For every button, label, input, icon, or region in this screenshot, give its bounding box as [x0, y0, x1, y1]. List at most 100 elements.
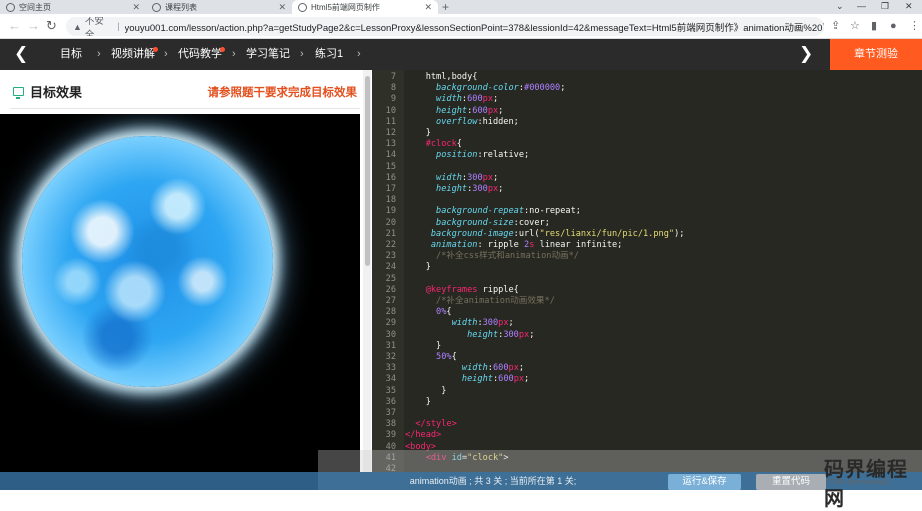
close-icon[interactable]: ✕ [424, 2, 432, 13]
nav-item-notes[interactable]: 学习笔记 [246, 39, 290, 70]
code-line[interactable]: 11 overflow:hidden; [372, 117, 922, 128]
nav-item-label: 练习1 [315, 48, 344, 60]
nav-item-video[interactable]: 视频讲解 [111, 39, 158, 70]
code-line[interactable]: 10 height:600px; [372, 106, 922, 117]
code-line[interactable]: 38 </style> [372, 419, 922, 430]
code-line[interactable]: 7 html,body{ [372, 72, 922, 83]
nav-item-exercise[interactable]: 练习1 [315, 39, 343, 70]
code-token: ; [493, 172, 499, 183]
code-token: #clock [405, 139, 457, 150]
warning-icon[interactable]: ▲ [73, 22, 82, 32]
panel-scroll-thumb[interactable] [365, 76, 370, 266]
nav-item-goal[interactable]: 目标 [60, 39, 82, 70]
reset-code-button[interactable]: 重置代码 [756, 474, 826, 490]
line-number: 18 [385, 195, 396, 206]
code-line[interactable]: 9 width:600px; [372, 94, 922, 105]
chevron-right-icon: › [232, 48, 236, 60]
code-line[interactable]: 37 [372, 408, 922, 419]
code-line[interactable]: 15 [372, 162, 922, 173]
code-text: } [405, 341, 441, 352]
code-line[interactable]: 30 height:300px; [372, 330, 922, 341]
code-line[interactable]: 19 background-repeat:no-repeat; [372, 206, 922, 217]
chapter-test-button[interactable]: 章节测验 [830, 39, 922, 70]
code-line[interactable]: 17 height:300px; [372, 184, 922, 195]
url-text[interactable]: youyu001.com/lesson/action.php?a=getStud… [125, 20, 824, 34]
code-token: 600 [492, 363, 509, 374]
bookmark-star-icon[interactable]: ☆ [850, 19, 860, 33]
code-line[interactable]: 26 @keyframes ripple{ [372, 285, 922, 296]
close-icon[interactable]: ✕ [132, 2, 140, 13]
code-line[interactable]: 36 } [372, 397, 922, 408]
forward-arrow-icon[interactable]: → [27, 18, 40, 34]
code-line[interactable]: 29 width:300px; [372, 318, 922, 329]
code-token: px [518, 329, 530, 340]
back-arrow-icon[interactable]: ← [8, 18, 21, 34]
window-close-icon[interactable]: ✕ [905, 0, 913, 13]
code-line[interactable]: 35 } [372, 386, 922, 397]
code-line[interactable]: 31 } [372, 341, 922, 352]
browser-tab-2[interactable]: 课程列表 ✕ [146, 0, 292, 14]
line-number: 37 [385, 408, 396, 418]
code-line[interactable]: 8 background-color:#000000; [372, 83, 922, 94]
share-icon[interactable]: ⇪ [831, 19, 840, 33]
run-save-button[interactable]: 运行&保存 [668, 474, 741, 490]
nav-item-code[interactable]: 代码教学 [178, 39, 225, 70]
prev-chevron-icon[interactable]: ❮ [14, 43, 28, 65]
panel-title: 目标效果 [13, 82, 82, 101]
reload-icon[interactable]: ↻ [46, 18, 57, 34]
code-line[interactable]: 20 background-size:cover; [372, 218, 922, 229]
menu-dots-icon[interactable]: ⋮ [909, 19, 920, 33]
maximize-icon[interactable]: ❐ [881, 0, 889, 13]
code-token: width [405, 318, 478, 329]
profile-icon[interactable]: ● [890, 19, 897, 33]
code-text: 0%{ [405, 307, 452, 318]
line-number: 8 [390, 83, 396, 94]
code-line[interactable]: 23 /*补全css样式和animation动画*/ [372, 251, 922, 262]
code-token: px [482, 94, 493, 105]
browser-tab-3[interactable]: Html5前端网页制作 ✕ [292, 0, 438, 14]
sidebar-icon[interactable]: ▮ [871, 19, 877, 33]
code-editor[interactable]: 7 html,body{8 background-color:#000000; 9… [372, 70, 922, 472]
code-token: position [405, 150, 478, 161]
line-number: 31 [385, 340, 396, 351]
code-line[interactable]: 12 } [372, 128, 922, 139]
code-token: background-color [405, 83, 519, 94]
chevron-right-icon: › [97, 48, 101, 60]
code-line[interactable]: 13 #clock{ [372, 139, 922, 150]
code-line[interactable]: 39 </head> [372, 430, 922, 441]
code-token: 300 [482, 318, 499, 329]
code-line[interactable]: 21 background-image:url("res/lianxi/fun/… [372, 229, 922, 240]
address-bar[interactable]: ▲ 不安全 | youyu001.com/lesson/action.php?a… [66, 17, 824, 36]
code-token: { [456, 139, 462, 150]
code-line[interactable]: 16 width:300px; [372, 173, 922, 184]
code-line[interactable]: 25 [372, 274, 922, 285]
line-number: 28 [385, 307, 396, 318]
code-line[interactable]: 34 height:600px; [372, 374, 922, 385]
code-token: background-size [405, 217, 514, 228]
code-line[interactable]: 33 width:600px; [372, 363, 922, 374]
code-line[interactable]: 24 } [372, 262, 922, 273]
code-token: px [482, 172, 493, 183]
line-number: 20 [385, 217, 396, 228]
code-line[interactable]: 14 position:relative; [372, 150, 922, 161]
code-token: :no-repeat; [524, 206, 581, 217]
code-token: height [405, 374, 493, 385]
code-text: width:600px; [405, 94, 498, 105]
code-line[interactable]: 28 0%{ [372, 307, 922, 318]
insecure-label[interactable]: 不安全 [85, 17, 112, 36]
code-line[interactable]: 27 /*补全animation动画效果*/ [372, 296, 922, 307]
next-chevron-icon[interactable]: ❯ [799, 43, 813, 65]
browser-tab-1[interactable]: 空间主页 ✕ [0, 0, 146, 14]
code-text: height:300px; [405, 184, 503, 195]
minimize-icon[interactable]: — [857, 0, 866, 13]
code-line[interactable]: 18 [372, 195, 922, 206]
close-icon[interactable]: ✕ [278, 2, 286, 13]
line-number: 23 [385, 251, 396, 262]
chevron-down-icon[interactable]: ⌄ [836, 0, 844, 13]
code-line[interactable]: 22 animation: ripple 2s linear infinite; [372, 240, 922, 251]
new-tab-button[interactable]: + [442, 0, 449, 14]
browser-tab-title: Html5前端网页制作 [311, 2, 380, 12]
code-token: @keyframes [405, 284, 478, 295]
nav-item-label: 学习笔记 [246, 48, 290, 60]
code-line[interactable]: 32 50%{ [372, 352, 922, 363]
